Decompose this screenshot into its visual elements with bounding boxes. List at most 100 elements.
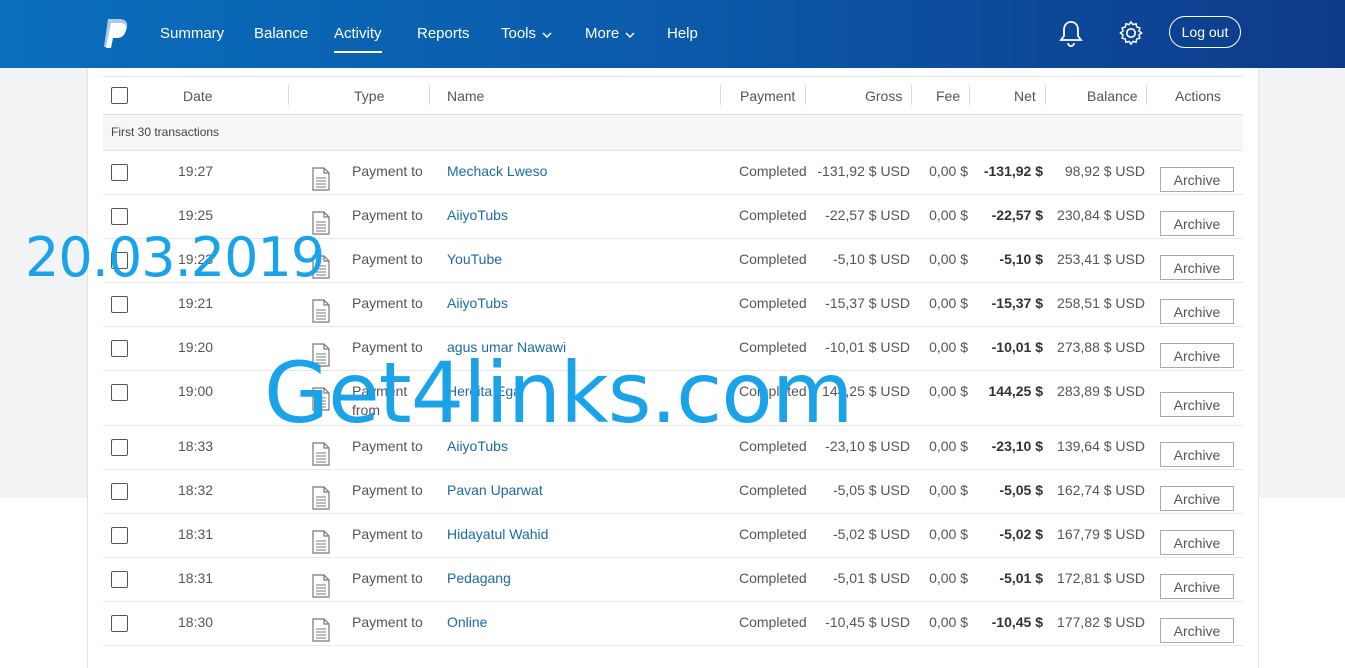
row-name-link[interactable]: Pedagang <box>447 570 511 586</box>
nav-tools[interactable]: Tools <box>501 24 552 44</box>
header-actions: Actions <box>1175 88 1221 104</box>
archive-button[interactable]: Archive <box>1160 167 1234 192</box>
chevron-down-icon <box>542 24 552 44</box>
row-status: Completed <box>739 482 807 498</box>
row-fee: 0,00 $ <box>929 614 968 630</box>
row-type: Payment to <box>352 251 423 267</box>
row-name-link[interactable]: Online <box>447 614 487 630</box>
row-type: Payment to <box>352 482 423 498</box>
row-fee: 0,00 $ <box>929 295 968 311</box>
site-watermark: Get4links.com <box>264 344 854 442</box>
row-status: Completed <box>739 163 807 179</box>
row-fee: 0,00 $ <box>929 339 968 355</box>
row-fee: 0,00 $ <box>929 383 968 399</box>
archive-button[interactable]: Archive <box>1160 574 1234 599</box>
row-checkbox[interactable] <box>111 340 128 357</box>
header-divider <box>1045 85 1046 105</box>
row-type: Payment to <box>352 295 423 311</box>
row-type: Payment to <box>352 163 423 179</box>
nav-help[interactable]: Help <box>667 24 698 44</box>
row-net: -22,57 $ <box>991 207 1043 223</box>
table-header: Date Type Name Payment Gross Fee Net Bal… <box>103 76 1243 115</box>
logout-button[interactable]: Log out <box>1169 16 1241 48</box>
row-time: 18:30 <box>178 614 214 630</box>
row-gross: -22,57 $ USD <box>825 207 910 223</box>
document-icon <box>312 530 330 554</box>
header-type[interactable]: Type <box>354 88 384 104</box>
section-label: First 30 transactions <box>103 115 1243 151</box>
archive-button[interactable]: Archive <box>1160 343 1234 368</box>
row-checkbox[interactable] <box>111 296 128 313</box>
row-status: Completed <box>739 570 807 586</box>
row-fee: 0,00 $ <box>929 526 968 542</box>
gear-icon[interactable] <box>1117 18 1145 48</box>
nav-more[interactable]: More <box>585 24 635 44</box>
header-divider <box>969 85 970 105</box>
row-balance: 139,64 $ USD <box>1057 438 1145 454</box>
row-checkbox[interactable] <box>111 615 128 632</box>
header-divider <box>1146 85 1147 105</box>
header-name[interactable]: Name <box>447 88 484 104</box>
header-fee[interactable]: Fee <box>936 88 960 104</box>
table-row[interactable]: 19:27 Payment to Mechack Lweso Completed -13… <box>103 151 1243 195</box>
row-net: 144,25 $ <box>988 383 1044 399</box>
archive-button[interactable]: Archive <box>1160 618 1234 643</box>
row-type: Payment to <box>352 526 423 542</box>
row-checkbox[interactable] <box>111 164 128 181</box>
nav-reports[interactable]: Reports <box>417 24 470 44</box>
row-checkbox[interactable] <box>111 483 128 500</box>
row-net: -15,37 $ <box>991 295 1043 311</box>
row-balance: 283,89 $ USD <box>1057 383 1145 399</box>
row-name-link[interactable]: YouTube <box>447 251 502 267</box>
archive-button[interactable]: Archive <box>1160 211 1234 236</box>
header-gross[interactable]: Gross <box>865 88 902 104</box>
table-row[interactable]: 18:31 Payment to Pedagang Completed -5,01 $ … <box>103 558 1243 602</box>
bell-icon[interactable] <box>1057 18 1085 48</box>
row-checkbox[interactable] <box>111 208 128 225</box>
row-status: Completed <box>739 295 807 311</box>
table-row[interactable]: 18:31 Payment to Hidayatul Wahid Completed -… <box>103 514 1243 558</box>
paypal-logo[interactable] <box>102 17 130 49</box>
archive-button[interactable]: Archive <box>1160 255 1234 280</box>
row-name-link[interactable]: Pavan Uparwat <box>447 482 543 498</box>
header-divider <box>911 85 912 105</box>
nav-balance[interactable]: Balance <box>254 24 308 44</box>
archive-button[interactable]: Archive <box>1160 486 1234 511</box>
nav-summary[interactable]: Summary <box>160 24 224 44</box>
header-balance[interactable]: Balance <box>1087 88 1138 104</box>
row-time: 18:33 <box>178 438 214 454</box>
row-net: -10,45 $ <box>991 614 1043 630</box>
row-net: -5,10 $ <box>999 251 1043 267</box>
row-checkbox[interactable] <box>111 439 128 456</box>
row-name-link[interactable]: AiiyoTubs <box>447 295 508 311</box>
row-gross: -10,45 $ USD <box>825 614 910 630</box>
archive-button[interactable]: Archive <box>1160 530 1234 555</box>
row-gross: -5,05 $ USD <box>832 482 910 498</box>
row-checkbox[interactable] <box>111 571 128 588</box>
row-time: 19:20 <box>178 339 214 355</box>
archive-button[interactable]: Archive <box>1160 392 1234 417</box>
table-row[interactable]: 18:32 Payment to Pavan Uparwat Completed -5,… <box>103 470 1243 514</box>
nav-activity[interactable]: Activity <box>334 24 382 53</box>
archive-button[interactable]: Archive <box>1160 442 1234 467</box>
row-type: Payment to <box>352 614 423 630</box>
chevron-down-icon <box>625 24 635 44</box>
row-fee: 0,00 $ <box>929 570 968 586</box>
row-name-link[interactable]: Mechack Lweso <box>447 163 547 179</box>
row-time: 18:32 <box>178 482 214 498</box>
row-balance: 177,82 $ USD <box>1057 614 1145 630</box>
header-date[interactable]: Date <box>183 88 213 104</box>
row-gross: -5,02 $ USD <box>832 526 910 542</box>
header-divider <box>720 85 721 105</box>
archive-button[interactable]: Archive <box>1160 299 1234 324</box>
row-time: 19:27 <box>178 163 214 179</box>
header-net[interactable]: Net <box>1014 88 1036 104</box>
table-row[interactable]: 18:30 Payment to Online Completed -10,45 $ U… <box>103 602 1243 646</box>
select-all-checkbox[interactable] <box>111 87 128 104</box>
row-name-link[interactable]: AiiyoTubs <box>447 207 508 223</box>
row-checkbox[interactable] <box>111 527 128 544</box>
document-icon <box>312 486 330 510</box>
row-checkbox[interactable] <box>111 384 128 401</box>
header-payment[interactable]: Payment <box>740 88 795 104</box>
row-name-link[interactable]: Hidayatul Wahid <box>447 526 548 542</box>
